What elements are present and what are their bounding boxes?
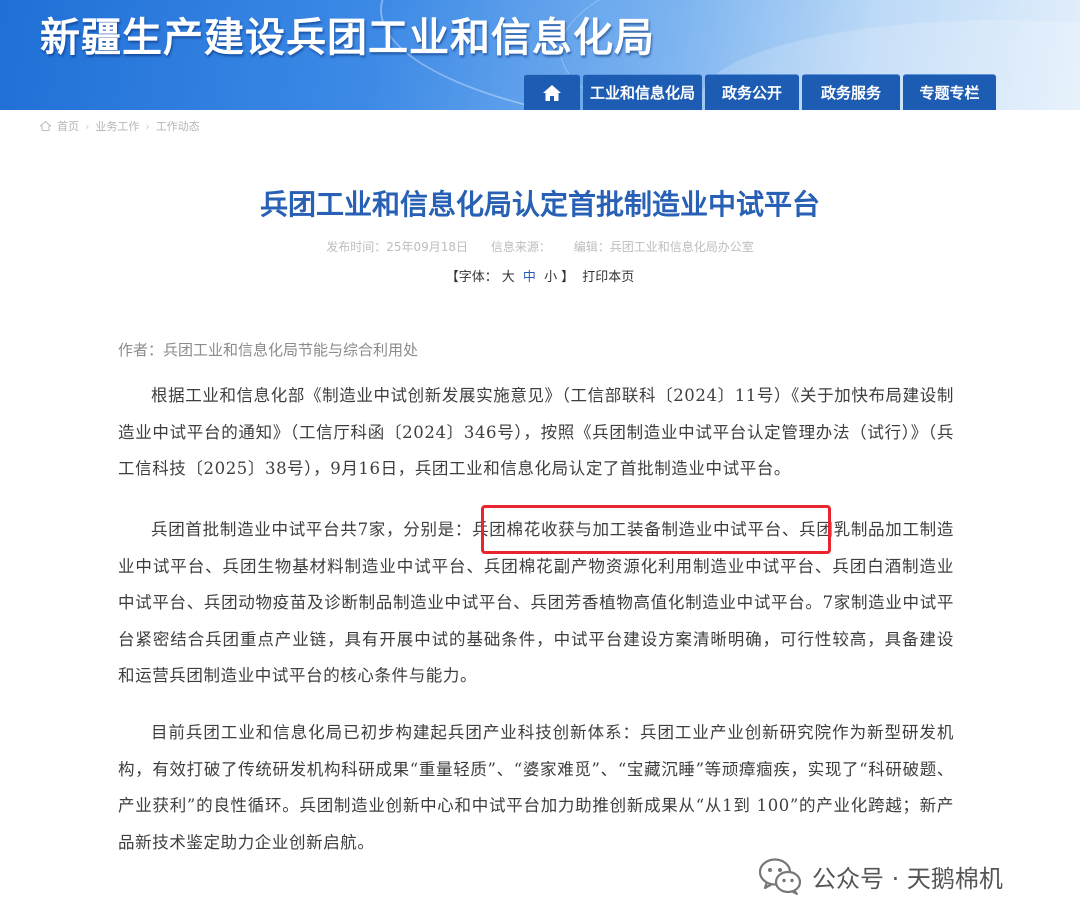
site-header: 新疆生产建设兵团工业和信息化局 工业和信息化局 政务公开 政务服务 专题专栏	[0, 0, 1080, 110]
wechat-icon	[758, 858, 802, 895]
article-title: 兵团工业和信息化局认定首批制造业中试平台	[259, 188, 820, 221]
article-author: 作者：兵团工业和信息化局节能与综合利用处	[118, 341, 419, 359]
breadcrumb-home-link[interactable]: 首页	[57, 118, 79, 134]
home-icon	[543, 84, 561, 101]
nav-home-button[interactable]	[524, 74, 580, 110]
highlight-annotation	[481, 505, 831, 554]
breadcrumb-separator: ›	[85, 119, 90, 133]
font-size-controls: 【字体： 大 中 小】 打印本页	[0, 266, 1080, 285]
font-size-medium-button[interactable]: 中	[523, 270, 536, 285]
nav-item-special-topics[interactable]: 专题专栏	[903, 74, 996, 110]
nav-item-bureau[interactable]: 工业和信息化局	[583, 74, 702, 110]
main-nav: 工业和信息化局 政务公开 政务服务 专题专栏	[524, 74, 996, 110]
article-paragraph: 目前兵团工业和信息化局已初步构建起兵团产业科技创新体系：兵团工业产业创新研究院作…	[118, 723, 954, 852]
breadcrumb-work-link[interactable]: 业务工作	[95, 118, 139, 134]
home-icon	[40, 121, 51, 131]
site-title: 新疆生产建设兵团工业和信息化局	[40, 15, 655, 61]
nav-item-government-services[interactable]: 政务服务	[802, 74, 900, 110]
font-size-label-close: 】	[561, 270, 575, 285]
font-size-label-open: 【字体：	[445, 270, 498, 285]
breadcrumb-news-link[interactable]: 工作动态	[156, 118, 200, 134]
breadcrumb: 首页 › 业务工作 › 工作动态	[40, 118, 200, 134]
print-page-button[interactable]: 打印本页	[582, 270, 634, 285]
watermark-text: 公众号 · 天鹅棉机	[812, 864, 1003, 893]
font-size-small-button[interactable]: 小	[544, 270, 557, 285]
watermark: 公众号 · 天鹅棉机	[758, 852, 1003, 900]
font-size-large-button[interactable]: 大	[502, 270, 515, 285]
breadcrumb-separator: ›	[145, 119, 150, 133]
article-meta: 发布时间：25年09月18日 信息来源： 编辑：兵团工业和信息化局办公室	[326, 240, 754, 254]
article-paragraph: 根据工业和信息化部《制造业中试创新发展实施意见》（工信部联科〔2024〕11号）…	[118, 386, 954, 478]
nav-item-open-government[interactable]: 政务公开	[705, 74, 799, 110]
